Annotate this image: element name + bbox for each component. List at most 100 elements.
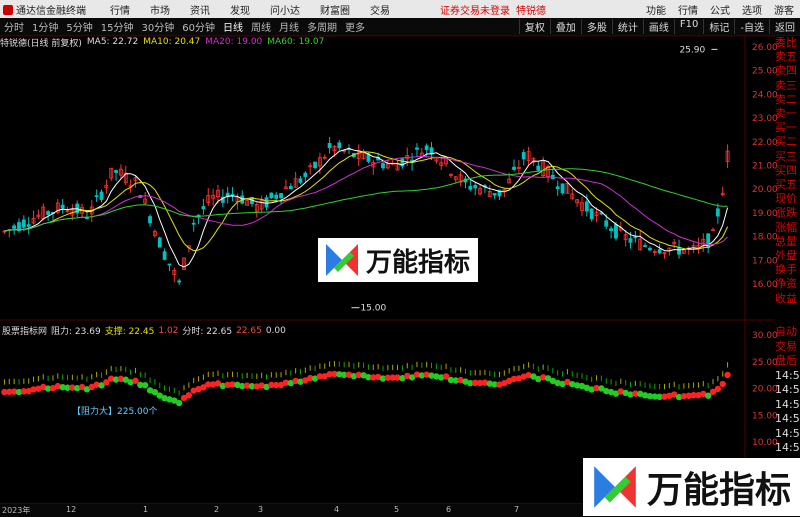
candle-body: [424, 145, 429, 151]
candle-body: [313, 161, 317, 169]
indicator-name: 股票指标网: [2, 327, 48, 337]
candle-body: [264, 197, 269, 208]
side-label: 换手: [775, 263, 797, 277]
side-label: 卖五: [775, 50, 797, 64]
logo-mark-icon: [594, 466, 636, 508]
candle-body: [584, 201, 589, 212]
candle-body: [46, 211, 51, 215]
indicator-dot: [714, 385, 722, 393]
ma60-value: MA60: 19.07: [267, 37, 325, 47]
high-label: 25.90: [679, 45, 705, 55]
candle-body: [536, 165, 541, 171]
candle-body: [589, 208, 594, 220]
candle-body: [643, 245, 647, 247]
candle-body: [473, 184, 478, 189]
side-label: 涨跌: [775, 206, 797, 220]
candle-body: [21, 219, 26, 228]
candle-body: [26, 224, 31, 227]
indicator-side-panel: 自动 交易 盘后 14:56 14:56 14:56 14:56 14:56 1…: [775, 325, 800, 456]
candle-body: [657, 249, 662, 254]
candle-body: [157, 237, 162, 248]
candle-body: [337, 142, 342, 149]
candle-body: [628, 238, 633, 243]
side-label: 买三: [775, 149, 797, 163]
candle-body: [715, 208, 720, 217]
side2-time: 14:56: [775, 441, 800, 454]
main-chart-header: 特锐德(日线 前复权) MA5: 22.72 MA10: 20.47 MA20:…: [0, 36, 325, 49]
candle-body: [94, 195, 99, 198]
candle-body: [288, 185, 293, 190]
logo-text: 万能指标: [366, 247, 471, 278]
side2-time: 14:56: [775, 426, 800, 440]
side-label: 现价: [775, 192, 797, 206]
candle-body: [298, 178, 303, 183]
side-label: 收益: [775, 291, 797, 305]
candle-body: [60, 204, 65, 209]
candle-body: [303, 172, 308, 177]
side-label: 净资: [775, 277, 797, 291]
time-label: 2: [214, 505, 220, 514]
indicator-v2: 22.65: [236, 325, 262, 336]
indicator-dot: [175, 399, 183, 407]
side-label: 卖三: [775, 78, 797, 92]
time-label: 4: [334, 505, 340, 514]
quote-side-panel: 委比 卖五 卖四 卖三 卖二 卖一 买一 买二 买三 买四 买五 现价 涨跌 涨…: [775, 36, 800, 306]
candle-body: [512, 166, 516, 170]
time-label: 2023年: [2, 506, 31, 515]
side2-item[interactable]: 盘后: [775, 354, 800, 369]
candle-body: [167, 263, 172, 266]
side-label: 总量: [775, 234, 797, 248]
candle-body: [381, 163, 385, 169]
logo-mark-icon: [326, 244, 358, 276]
side-label: 卖四: [775, 64, 797, 78]
candle-body: [99, 191, 104, 200]
candle-body: [269, 192, 274, 199]
fenshi-value: 分时: 22.65: [182, 327, 233, 337]
indicator-header: 股票指标网 阻力: 23.69 支撑: 22.45 1.02 分时: 22.65…: [2, 324, 286, 338]
ma20-value: MA20: 19.00: [205, 37, 263, 47]
candle-body: [85, 217, 89, 220]
ma5-value: MA5: 22.72: [86, 37, 139, 47]
side2-time: 14:56: [775, 368, 800, 382]
side2-item[interactable]: 交易: [775, 340, 800, 355]
indicator-dots: [1, 361, 731, 407]
indicator-v3: 0.00: [265, 325, 286, 336]
watermark-logo-center: 万能指标: [318, 238, 478, 282]
side-label: 买一: [775, 121, 797, 135]
candle-body: [162, 251, 167, 260]
time-label: 5: [394, 505, 400, 514]
candle-body: [148, 216, 152, 224]
candle-body: [633, 236, 638, 239]
watermark-logo-corner: 万能指标: [583, 458, 800, 516]
candle-body: [279, 193, 283, 199]
indicator-dot: [185, 392, 193, 399]
low-label: 15.00: [360, 304, 386, 314]
candle-body: [521, 152, 526, 160]
candle-body: [191, 222, 196, 225]
candle-body: [614, 224, 618, 239]
ma10-value: MA10: 20.47: [143, 37, 201, 47]
indicator-dot: [132, 377, 139, 384]
resistance-value: 阻力: 23.69: [51, 327, 101, 337]
indicator-dot: [719, 380, 726, 388]
candle-body: [648, 247, 652, 251]
side-label: 买五: [775, 178, 797, 192]
side-label: 买四: [775, 163, 797, 177]
side-label: 卖二: [775, 92, 797, 106]
time-label: 3: [258, 505, 264, 514]
time-label: 1: [143, 505, 149, 514]
indicator-dot: [141, 382, 149, 389]
candle-body: [230, 193, 235, 196]
candle-body: [327, 143, 332, 149]
candle-body: [492, 193, 497, 196]
candle-body: [177, 280, 182, 283]
support-value: 支撑: 22.45: [104, 327, 155, 337]
logo-text: 万能指标: [647, 470, 792, 511]
side-label: 卖一: [775, 107, 797, 121]
indicator-resistance-label: 【阻力大】225.00个: [72, 407, 158, 417]
indicator-v1: 1.02: [158, 325, 179, 336]
side2-time: 14:56: [775, 397, 800, 411]
chart-title: 特锐德(日线 前复权): [0, 38, 82, 49]
side2-item[interactable]: 自动: [775, 325, 800, 340]
side-label: 外盘: [775, 249, 797, 263]
